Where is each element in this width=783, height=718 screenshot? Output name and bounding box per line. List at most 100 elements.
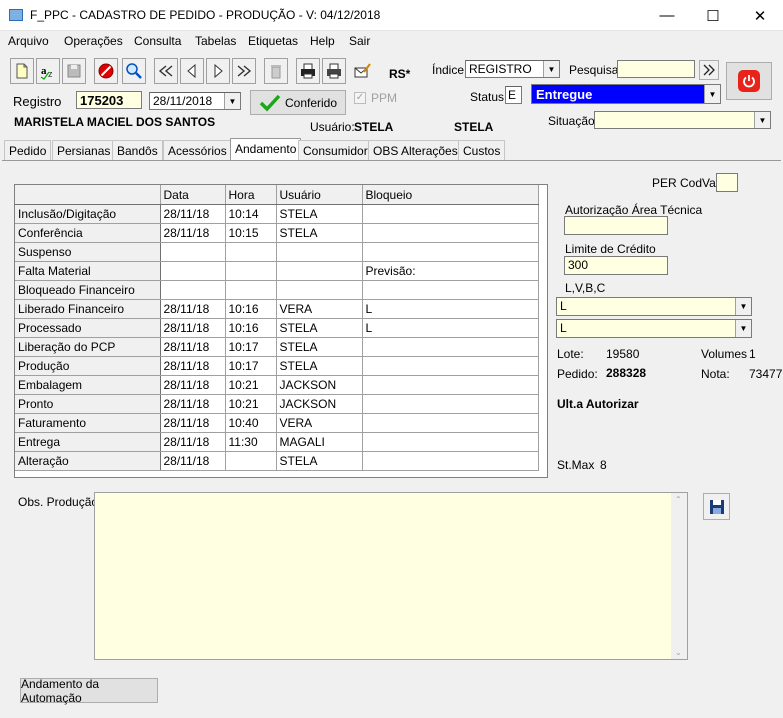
table-cell[interactable]: 28/11/18 <box>160 356 226 376</box>
table-cell[interactable] <box>362 356 539 376</box>
power-button[interactable] <box>726 62 772 100</box>
table-row[interactable]: Liberado Financeiro 28/11/18 10:16 VERA L <box>15 299 539 319</box>
tab-acessorios[interactable]: Acessórios <box>163 140 232 160</box>
tab-custos[interactable]: Custos <box>458 140 506 160</box>
table-cell[interactable]: L <box>362 318 539 338</box>
table-cell[interactable] <box>276 280 363 300</box>
minimize-button[interactable]: — <box>644 0 690 31</box>
email-button[interactable] <box>350 58 374 84</box>
autorizacao-input[interactable] <box>564 216 668 235</box>
table-row[interactable]: Alteração 28/11/18 STELA <box>15 451 539 471</box>
menu-operacoes[interactable]: Operações <box>64 34 123 48</box>
lvbc-select-1[interactable]: L ▼ <box>556 297 752 316</box>
table-cell[interactable]: 10:21 <box>225 394 277 414</box>
table-row[interactable]: Inclusão/Digitação 28/11/18 10:14 STELA <box>15 204 539 224</box>
table-row[interactable]: Entrega 28/11/18 11:30 MAGALI <box>15 432 539 452</box>
table-cell[interactable] <box>362 280 539 300</box>
obs-textarea[interactable] <box>94 492 688 660</box>
table-cell[interactable]: VERA <box>276 413 363 433</box>
spell-button[interactable]: az <box>36 58 60 84</box>
table-cell[interactable] <box>225 242 277 262</box>
table-cell[interactable]: 28/11/18 <box>160 337 226 357</box>
table-cell[interactable] <box>362 223 539 243</box>
save-button[interactable] <box>62 58 86 84</box>
scroll-up-icon[interactable]: ⌃ <box>675 495 682 504</box>
table-cell[interactable]: STELA <box>276 204 363 224</box>
save-obs-button[interactable] <box>703 493 730 520</box>
search-button[interactable] <box>122 58 146 84</box>
obs-scrollbar[interactable]: ⌃ ⌄ <box>671 493 687 659</box>
table-cell[interactable] <box>362 432 539 452</box>
menu-consulta[interactable]: Consulta <box>134 34 181 48</box>
indice-select[interactable]: REGISTRO ▼ <box>465 60 560 78</box>
pesquisa-go-button[interactable] <box>699 60 719 80</box>
table-cell[interactable]: 28/11/18 <box>160 394 226 414</box>
table-cell[interactable]: 28/11/18 <box>160 223 226 243</box>
print-preview-button[interactable] <box>322 58 346 84</box>
ppm-checkbox[interactable]: ✓ <box>354 92 366 104</box>
table-row[interactable]: Pronto 28/11/18 10:21 JACKSON <box>15 394 539 414</box>
table-cell[interactable] <box>362 394 539 414</box>
table-cell[interactable]: 10:17 <box>225 356 277 376</box>
table-cell[interactable] <box>362 242 539 262</box>
table-cell[interactable] <box>160 280 226 300</box>
tab-consumidor[interactable]: Consumidor <box>298 140 373 160</box>
pesquisa-input[interactable] <box>617 60 695 78</box>
table-row[interactable]: Faturamento 28/11/18 10:40 VERA <box>15 413 539 433</box>
tab-bandos[interactable]: Bandôs <box>112 140 163 160</box>
andamento-automacao-button[interactable]: Andamento da Automação <box>20 677 158 705</box>
table-cell[interactable]: 28/11/18 <box>160 375 226 395</box>
status-select[interactable]: Entregue ▼ <box>531 84 721 104</box>
menu-etiquetas[interactable]: Etiquetas <box>248 34 298 48</box>
table-cell[interactable]: 10:14 <box>225 204 277 224</box>
date-picker[interactable]: 28/11/2018 ▼ <box>149 92 241 110</box>
print-button[interactable] <box>296 58 320 84</box>
table-cell[interactable]: STELA <box>276 356 363 376</box>
close-button[interactable]: ✕ <box>737 0 783 31</box>
table-row[interactable]: Conferência 28/11/18 10:15 STELA <box>15 223 539 243</box>
table-cell[interactable]: 28/11/18 <box>160 204 226 224</box>
tab-pedido[interactable]: Pedido <box>4 140 52 160</box>
registro-input[interactable]: 175203 <box>76 91 142 109</box>
table-cell[interactable]: 10:40 <box>225 413 277 433</box>
scroll-down-icon[interactable]: ⌄ <box>675 648 682 657</box>
table-cell[interactable]: JACKSON <box>276 394 363 414</box>
table-row[interactable]: Falta Material Previsão: <box>15 261 539 281</box>
maximize-button[interactable]: ☐ <box>690 0 736 31</box>
table-cell[interactable] <box>225 280 277 300</box>
table-cell[interactable]: VERA <box>276 299 363 319</box>
table-row[interactable]: Embalagem 28/11/18 10:21 JACKSON <box>15 375 539 395</box>
table-cell[interactable]: STELA <box>276 318 363 338</box>
status-code-input[interactable]: E <box>505 86 522 104</box>
new-button[interactable] <box>10 58 34 84</box>
tab-andamento[interactable]: Andamento <box>230 138 302 161</box>
conferido-button[interactable]: Conferido <box>250 90 346 115</box>
first-record-button[interactable] <box>154 58 178 84</box>
tab-persianas[interactable]: Persianas <box>52 140 116 160</box>
table-row[interactable]: Produção 28/11/18 10:17 STELA <box>15 356 539 376</box>
table-cell[interactable]: 10:16 <box>225 299 277 319</box>
menu-arquivo[interactable]: Arquivo <box>8 34 49 48</box>
table-cell[interactable]: Previsão: <box>362 261 539 281</box>
table-cell[interactable] <box>276 242 363 262</box>
table-cell[interactable]: JACKSON <box>276 375 363 395</box>
table-cell[interactable]: 28/11/18 <box>160 451 226 471</box>
next-record-button[interactable] <box>206 58 230 84</box>
menu-help[interactable]: Help <box>310 34 335 48</box>
table-cell[interactable]: STELA <box>276 451 363 471</box>
table-cell[interactable] <box>160 242 226 262</box>
table-cell[interactable] <box>160 261 226 281</box>
lvbc-select-2[interactable]: L ▼ <box>556 319 752 338</box>
table-cell[interactable] <box>225 451 277 471</box>
table-cell[interactable] <box>362 451 539 471</box>
table-cell[interactable]: 28/11/18 <box>160 432 226 452</box>
table-cell[interactable] <box>225 261 277 281</box>
table-cell[interactable]: 11:30 <box>225 432 277 452</box>
situacao-select[interactable]: ▼ <box>594 111 771 129</box>
per-codval-input[interactable] <box>716 173 738 192</box>
limite-input[interactable]: 300 <box>564 256 668 275</box>
table-cell[interactable]: MAGALI <box>276 432 363 452</box>
menu-tabelas[interactable]: Tabelas <box>195 34 236 48</box>
table-cell[interactable] <box>362 375 539 395</box>
table-cell[interactable]: 10:17 <box>225 337 277 357</box>
